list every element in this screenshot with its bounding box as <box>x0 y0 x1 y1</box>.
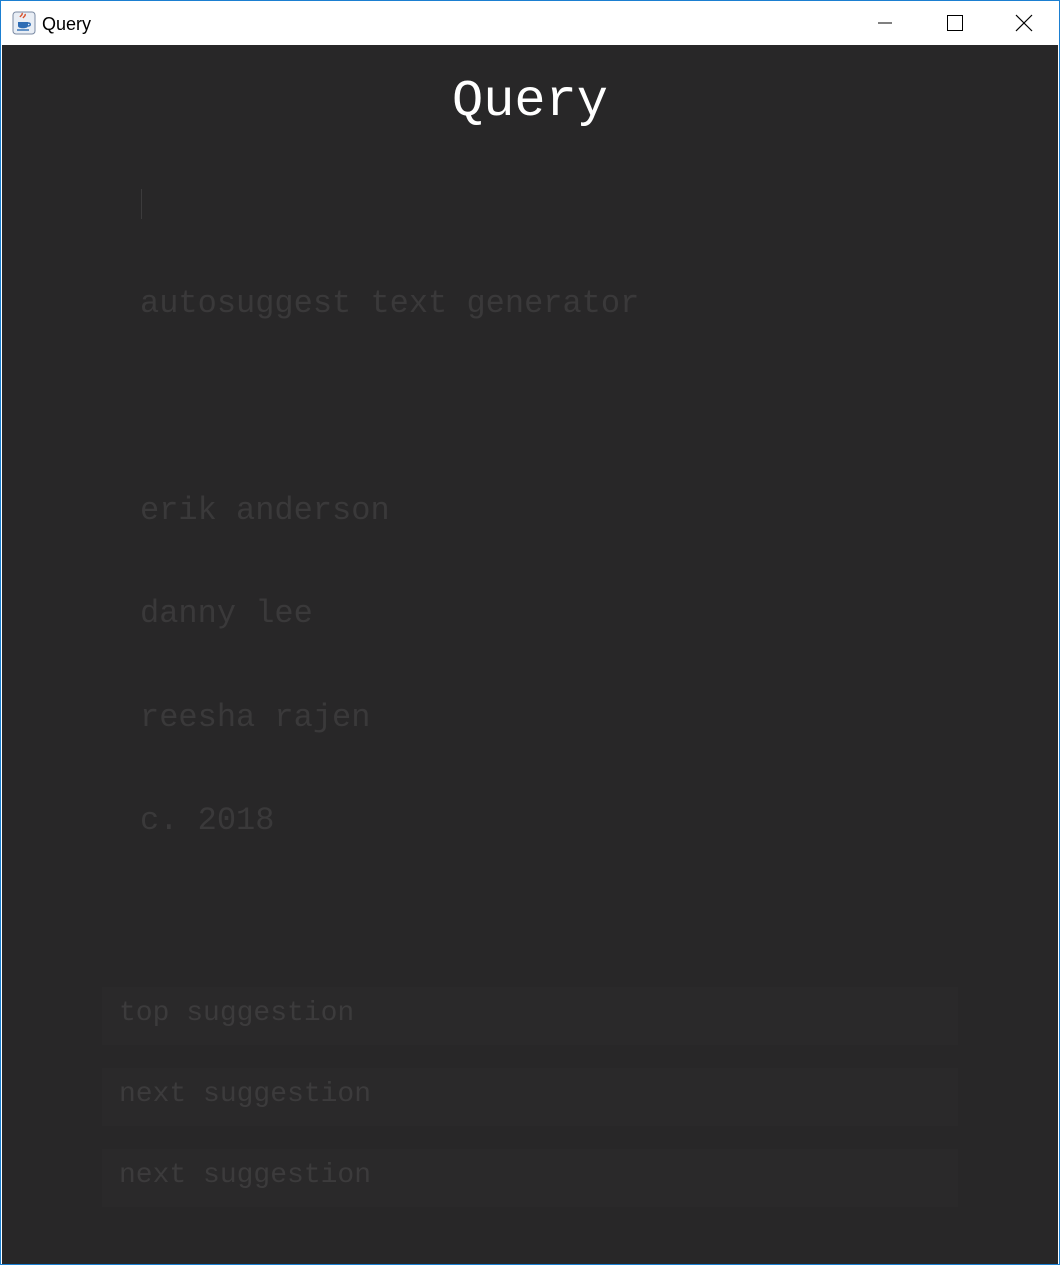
minimize-button[interactable] <box>850 1 920 45</box>
title-bar[interactable]: Query <box>1 1 1059 45</box>
close-button[interactable] <box>989 1 1059 45</box>
text-line: autosuggest text generator <box>140 284 640 322</box>
top-suggestion-button[interactable]: top suggestion <box>102 987 958 1045</box>
java-cup-icon[interactable] <box>12 11 36 35</box>
next-suggestion-button[interactable]: next suggestion <box>102 1149 958 1207</box>
text-line: c. 2018 <box>140 802 275 839</box>
minimize-icon <box>878 22 892 24</box>
application-window: Query Query autosuggest text generator e… <box>0 0 1060 1265</box>
text-line: erik anderson <box>140 491 390 529</box>
text-line: reesha rajen <box>140 698 371 736</box>
app-heading: Query <box>451 72 609 131</box>
text-caret <box>141 189 142 219</box>
query-text-area[interactable]: autosuggest text generator erik anderson… <box>140 183 940 983</box>
next-suggestion-button[interactable]: next suggestion <box>102 1068 958 1126</box>
text-line-blank <box>140 390 940 425</box>
window-title: Query <box>42 14 92 34</box>
app-panel: Query autosuggest text generator erik an… <box>2 45 1058 1264</box>
text-line: danny lee <box>140 595 313 632</box>
close-icon <box>1015 14 1033 32</box>
maximize-icon <box>947 15 963 31</box>
maximize-button[interactable] <box>920 1 990 45</box>
